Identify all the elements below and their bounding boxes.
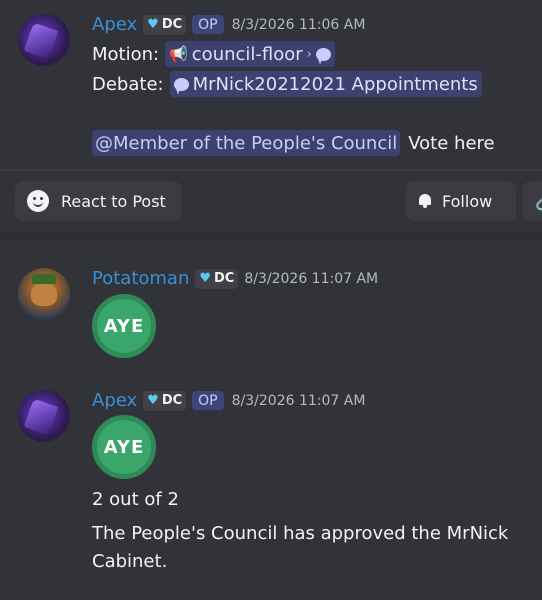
bell-icon xyxy=(418,193,432,209)
role-mention[interactable]: @Member of the People's Council xyxy=(92,130,401,156)
username[interactable]: Apex xyxy=(92,390,137,411)
avatar[interactable] xyxy=(18,14,70,66)
channel-name: council-floor xyxy=(191,43,303,65)
thread-bubble-icon xyxy=(173,77,189,91)
follow-button[interactable]: Follow xyxy=(406,181,516,221)
debate-label: Debate: xyxy=(92,73,164,95)
op-badge: OP xyxy=(192,15,224,34)
link-icon: 🔗 xyxy=(535,192,542,211)
thread-name: MrNick20212021 Appointments xyxy=(192,73,478,95)
heart-icon: ♥ xyxy=(147,393,159,408)
count-text: 2 out of 2 xyxy=(92,489,179,510)
vote-text: Vote here xyxy=(408,132,495,154)
react-label: React to Post xyxy=(61,191,166,211)
server-tag[interactable]: ♥ DC xyxy=(195,268,239,289)
smile-icon xyxy=(27,190,49,212)
server-tag-label: DC xyxy=(161,17,183,32)
heart-icon: ♥ xyxy=(147,17,159,32)
heart-icon: ♥ xyxy=(199,271,212,286)
follow-label: Follow xyxy=(442,191,493,211)
motion-label: Motion: xyxy=(92,43,160,65)
link-button[interactable]: 🔗 xyxy=(523,181,542,221)
aye-sticker[interactable]: AYE xyxy=(92,294,156,358)
chevron-right-icon: › xyxy=(306,46,312,62)
timestamp[interactable]: 8/3/2026 11:07 AM xyxy=(232,393,366,409)
thread-link-appointments[interactable]: MrNick20212021 Appointments xyxy=(169,71,482,97)
op-badge: OP xyxy=(192,391,224,410)
megaphone-icon: 📢 xyxy=(169,45,188,63)
react-to-post-button[interactable]: React to Post xyxy=(15,181,181,221)
avatar[interactable] xyxy=(18,390,70,442)
avatar[interactable] xyxy=(18,268,70,320)
timestamp[interactable]: 8/3/2026 11:07 AM xyxy=(244,271,378,287)
username[interactable]: Apex xyxy=(92,14,137,35)
aye-sticker[interactable]: AYE xyxy=(92,415,156,479)
server-tag-label: DC xyxy=(214,271,235,286)
thread-bubble-icon xyxy=(315,47,331,61)
server-tag[interactable]: ♥ DC xyxy=(143,14,187,35)
timestamp[interactable]: 8/3/2026 11:06 AM xyxy=(232,17,366,33)
result-text: The People's Council has approved the Mr… xyxy=(92,523,509,572)
channel-link-council-floor[interactable]: 📢 council-floor › xyxy=(165,41,335,67)
server-tag[interactable]: ♥ DC xyxy=(143,390,187,411)
divider xyxy=(0,232,542,240)
username[interactable]: Potatoman xyxy=(92,268,189,289)
post-action-bar: React to Post Follow 🔗 xyxy=(0,170,542,230)
server-tag-label: DC xyxy=(161,393,183,408)
